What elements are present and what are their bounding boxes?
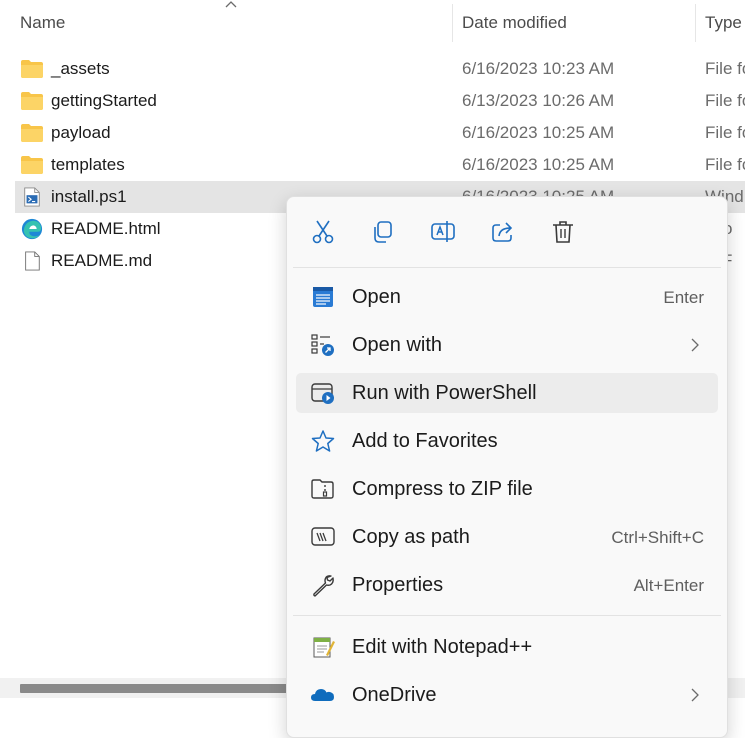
file-row[interactable]: _assets 6/16/2023 10:23 AM File fo [15,53,745,85]
file-type: File fo [705,91,745,110]
menu-item-open[interactable]: Open Enter [296,277,718,317]
folder-icon [21,60,43,78]
powershell-run-icon [311,383,334,404]
file-row[interactable]: templates 6/16/2023 10:25 AM File fo [15,149,745,181]
menu-item-open-with[interactable]: Open with [296,325,718,365]
column-header-name[interactable]: Name [20,13,65,33]
copy-icon[interactable] [368,217,398,247]
file-name: README.md [51,251,153,270]
menu-item-compress-zip[interactable]: Compress to ZIP file [296,469,718,509]
file-type: File fo [705,155,745,174]
sort-ascending-icon[interactable] [224,0,238,11]
file-type: File fo [705,123,745,142]
file-type: File fo [705,59,745,78]
column-divider[interactable] [452,4,453,42]
file-date: 6/16/2023 10:25 AM [462,123,615,142]
notepadpp-icon [313,637,335,658]
menu-item-add-to-favorites[interactable]: Add to Favorites [296,421,718,461]
menu-item-label: Add to Favorites [352,430,498,452]
file-date: 6/16/2023 10:25 AM [462,155,615,174]
menu-item-properties[interactable]: Properties Alt+Enter [296,565,718,605]
notepad-icon [313,287,333,307]
file-date: 6/16/2023 10:23 AM [462,59,615,78]
file-name: _assets [51,59,110,78]
star-icon [311,430,335,452]
menu-item-run-with-powershell[interactable]: Run with PowerShell [296,373,718,413]
menu-item-label: Run with PowerShell [352,382,537,404]
file-name: gettingStarted [51,91,157,110]
menu-item-label: Edit with Notepad++ [352,636,533,658]
file-name: templates [51,155,125,174]
menu-item-label: Properties [352,574,444,596]
file-name: install.ps1 [51,187,127,206]
column-header-type[interactable]: Type [705,13,742,33]
folder-icon [21,156,43,174]
menu-item-label: OneDrive [352,684,437,706]
zip-folder-icon [311,479,334,499]
copy-path-icon [311,527,335,546]
menu-item-label: Open with [352,334,443,356]
folder-icon [21,124,43,142]
file-date: 6/13/2023 10:26 AM [462,91,615,110]
menu-item-label: Compress to ZIP file [352,478,533,500]
menu-item-shortcut: Ctrl+Shift+C [611,528,704,547]
menu-item-shortcut: Alt+Enter [633,576,704,595]
menu-item-onedrive[interactable]: OneDrive [296,675,718,715]
cut-icon[interactable] [308,217,338,247]
column-header-bar: Name Date modified Type [0,0,745,46]
document-icon [25,251,40,271]
menu-item-label: Open [352,286,401,308]
chevron-right-icon [691,688,699,702]
rename-icon[interactable] [428,217,458,247]
file-row[interactable]: payload 6/16/2023 10:25 AM File fo [15,117,745,149]
menu-item-shortcut: Enter [663,288,704,307]
column-divider[interactable] [695,4,696,42]
menu-item-edit-notepadpp[interactable]: Edit with Notepad++ [296,627,718,667]
toolbar-divider [293,267,721,268]
menu-item-copy-as-path[interactable]: Copy as path Ctrl+Shift+C [296,517,718,557]
open-with-icon [311,334,334,356]
wrench-icon [313,575,334,597]
file-name: README.html [51,219,161,238]
edge-icon [21,218,43,240]
powershell-file-icon [24,187,40,207]
scrollbar-thumb[interactable] [20,684,290,693]
file-name: payload [51,123,111,142]
context-menu: Open Enter Open with Run with PowerShell [286,196,728,738]
menu-divider [293,615,721,616]
file-row[interactable]: gettingStarted 6/13/2023 10:26 AM File f… [15,85,745,117]
share-icon[interactable] [488,217,518,247]
column-header-date-modified[interactable]: Date modified [462,13,567,33]
chevron-right-icon [691,338,699,352]
onedrive-icon [311,689,334,701]
menu-item-label: Copy as path [352,526,470,548]
delete-icon[interactable] [548,217,578,247]
folder-icon [21,92,43,110]
